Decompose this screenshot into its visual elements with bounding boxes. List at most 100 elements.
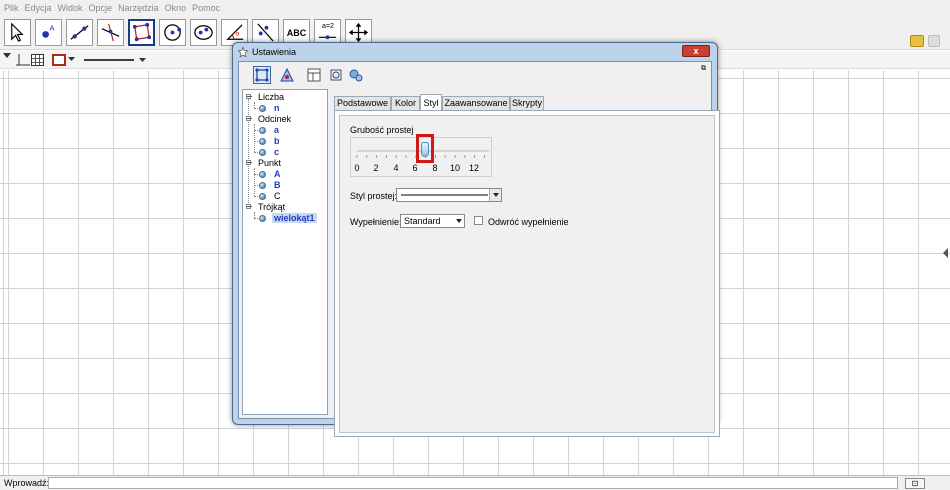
layout-settings-button[interactable] xyxy=(305,66,323,84)
menu-tools[interactable]: Narzędzia xyxy=(118,3,159,13)
tree-item-polygon1[interactable]: wielokąt1 xyxy=(272,213,317,223)
red-highlight-box xyxy=(415,134,434,163)
perpendicular-line-tool-button[interactable] xyxy=(97,19,124,46)
menu-view[interactable]: Widok xyxy=(58,3,83,13)
text-tool-label: ABC xyxy=(286,27,307,38)
polygon-tool-button[interactable] xyxy=(128,19,155,46)
color-picker-icon[interactable] xyxy=(52,54,66,66)
object-ball-icon xyxy=(259,149,266,156)
close-button[interactable]: x xyxy=(682,45,710,57)
slider-tick-label: 8 xyxy=(432,163,438,173)
graphics-settings-button[interactable] xyxy=(278,66,296,84)
ellipse-icon xyxy=(194,25,213,40)
dialog-content: ⧉ Liczba n Odcinek a b c Punkt A B C Tró… xyxy=(238,61,720,437)
ellipse-tool-button[interactable] xyxy=(190,19,217,46)
tab-color[interactable]: Kolor xyxy=(391,96,420,110)
settings-title-icon xyxy=(238,47,248,57)
command-input[interactable] xyxy=(48,477,898,489)
fill-select-value: Standard xyxy=(404,216,441,226)
tab-scripting[interactable]: Skrypty xyxy=(510,96,544,110)
style-panel: Grubość prostej 0 2 4 6 8 10 12 Styl pro… xyxy=(339,115,715,433)
collapse-side-arrow-icon[interactable] xyxy=(943,248,948,258)
undo-icon[interactable] xyxy=(910,35,924,47)
line-style-select[interactable] xyxy=(396,188,502,202)
input-label: Wprowadź: xyxy=(4,478,50,488)
input-help-button[interactable]: ⊡ xyxy=(905,478,925,489)
point-tool-button[interactable]: A xyxy=(35,19,62,46)
line-style-dropdown-button[interactable] xyxy=(489,189,501,201)
settings-dialog: Ustawienia x ⧉ Liczba n Odcinek a b c Pu… xyxy=(232,42,720,437)
object-properties-icon xyxy=(255,68,269,82)
circle-icon xyxy=(164,24,182,41)
stylebar-toggle-icon[interactable] xyxy=(3,53,11,59)
chevron-down-icon xyxy=(493,193,499,197)
move-tool-button[interactable] xyxy=(4,19,31,46)
tree-item-a[interactable]: a xyxy=(274,125,279,135)
dialog-title: Ustawienia xyxy=(252,47,297,57)
line-thickness-title: Grubość prostej xyxy=(350,125,414,135)
tree-group-number[interactable]: Liczba xyxy=(258,92,284,102)
object-ball-icon xyxy=(259,105,266,112)
axes-toggle-icon[interactable] xyxy=(16,54,30,66)
tree-group-triangle[interactable]: Trójkąt xyxy=(258,202,285,212)
inverse-fill-label: Odwróć wypełnienie xyxy=(488,217,569,227)
menu-file[interactable]: Plik xyxy=(4,3,19,13)
tree-item-A[interactable]: A xyxy=(274,169,281,179)
tab-style[interactable]: Styl xyxy=(420,94,442,111)
defaults-icon xyxy=(330,69,342,81)
object-settings-button[interactable] xyxy=(253,66,271,84)
menu-window[interactable]: Okno xyxy=(165,3,187,13)
dialog-titlebar[interactable]: Ustawienia x xyxy=(233,43,717,61)
tree-item-n[interactable]: n xyxy=(274,103,280,113)
menu-help[interactable]: Pomoc xyxy=(192,3,220,13)
line-style-label: Styl prostej: xyxy=(350,191,398,201)
line-tool-button[interactable] xyxy=(66,19,93,46)
slider-tick-label: 10 xyxy=(449,163,461,173)
input-bar: Wprowadź: ⊡ xyxy=(0,475,950,490)
advanced-settings-button[interactable] xyxy=(347,66,365,84)
line-thickness-group: 0 2 4 6 8 10 12 xyxy=(350,134,492,177)
inverse-fill-checkbox[interactable] xyxy=(474,216,483,225)
object-ball-icon xyxy=(259,138,266,145)
tree-item-C[interactable]: C xyxy=(274,191,281,201)
menu-options[interactable]: Opcje xyxy=(89,3,113,13)
slider-tick-label: 0 xyxy=(354,163,360,173)
tree-item-b[interactable]: b xyxy=(274,136,280,146)
fill-select[interactable]: Standard xyxy=(400,214,465,228)
circle-tool-button[interactable] xyxy=(159,19,186,46)
redo-icon[interactable] xyxy=(928,35,940,47)
angle-icon: α xyxy=(226,24,244,40)
slider-tick-label: 12 xyxy=(468,163,480,173)
chevron-down-icon xyxy=(456,219,462,223)
object-tree: Liczba n Odcinek a b c Punkt A B C Trójk… xyxy=(242,89,328,415)
line-icon xyxy=(70,25,89,40)
color-dropdown-arrow-icon[interactable] xyxy=(68,57,75,62)
tree-item-c[interactable]: c xyxy=(274,147,279,157)
dock-dialog-icon[interactable]: ⧉ xyxy=(701,65,706,73)
tab-basic[interactable]: Podstawowe xyxy=(334,96,391,110)
line-style-picker-icon[interactable] xyxy=(84,56,146,64)
tree-group-segment[interactable]: Odcinek xyxy=(258,114,291,124)
object-ball-icon xyxy=(259,182,266,189)
menu-edit[interactable]: Edycja xyxy=(25,3,52,13)
gears-icon xyxy=(349,69,363,82)
grid-toggle-icon[interactable] xyxy=(31,54,44,66)
object-ball-icon xyxy=(259,127,266,134)
menu-bar: Plik Edycja Widok Opcje Narzędzia Okno P… xyxy=(0,0,950,16)
point-icon: A xyxy=(42,24,55,38)
polygon-icon xyxy=(132,22,152,42)
slider-tool-label: a=2 xyxy=(322,23,334,30)
tab-advanced[interactable]: Zaawansowane xyxy=(442,96,510,110)
graphics-view-icon xyxy=(280,67,294,82)
svg-text:A: A xyxy=(49,24,55,33)
solid-line-preview xyxy=(401,194,488,196)
style-tab-panel: Grubość prostej 0 2 4 6 8 10 12 Styl pro… xyxy=(334,110,720,437)
defaults-settings-button[interactable] xyxy=(327,66,345,84)
layout-icon xyxy=(307,68,321,82)
object-ball-icon xyxy=(259,215,266,222)
tree-group-point[interactable]: Punkt xyxy=(258,158,281,168)
svg-text:α: α xyxy=(235,30,239,37)
object-ball-icon xyxy=(259,193,266,200)
object-ball-icon xyxy=(259,171,266,178)
tree-item-B[interactable]: B xyxy=(274,180,281,190)
